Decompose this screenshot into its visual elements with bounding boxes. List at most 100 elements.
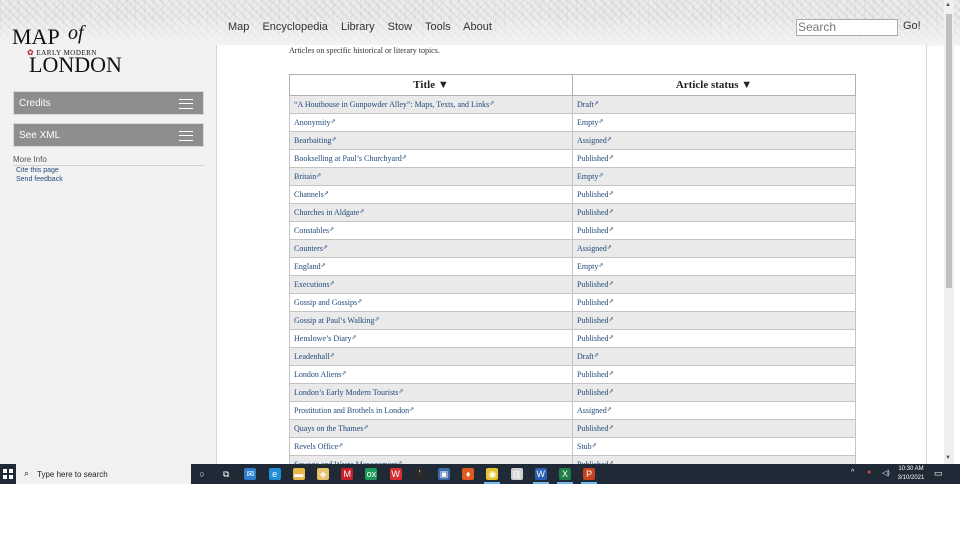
- terminal-icon[interactable]: ʼ: [413, 468, 426, 480]
- nav-item-encyclopedia[interactable]: Encyclopedia: [262, 21, 327, 33]
- article-status-link[interactable]: Published: [577, 190, 609, 199]
- article-status-link[interactable]: Empty: [577, 118, 598, 127]
- search-input[interactable]: Search: [796, 19, 898, 36]
- article-title-link[interactable]: Anonymity: [294, 118, 330, 127]
- article-status-link[interactable]: Published: [577, 208, 609, 217]
- external-link-icon: ⇗: [606, 137, 612, 143]
- chrome-icon[interactable]: ◉: [486, 468, 499, 480]
- external-link-icon: ⇗: [608, 209, 614, 215]
- file-explorer-icon[interactable]: ▬: [292, 468, 305, 480]
- article-status-link[interactable]: Empty: [577, 172, 598, 181]
- article-title-link[interactable]: England: [294, 262, 321, 271]
- volume-icon[interactable]: ◁): [882, 469, 890, 477]
- article-status-link[interactable]: Stub: [577, 442, 592, 451]
- go-button[interactable]: Go!: [903, 20, 921, 32]
- nav-item-stow[interactable]: Stow: [388, 21, 412, 33]
- article-title-link[interactable]: Constables: [294, 226, 329, 235]
- article-status-link[interactable]: Published: [577, 280, 609, 289]
- article-title-link[interactable]: London’s Early Modern Tourists: [294, 388, 398, 397]
- article-status-link[interactable]: Assigned: [577, 406, 607, 415]
- mail-icon[interactable]: ✉: [244, 468, 257, 480]
- article-status-link[interactable]: Published: [577, 298, 609, 307]
- article-status-link[interactable]: Published: [577, 388, 609, 397]
- audio-editor-icon[interactable]: ▥: [510, 468, 523, 480]
- article-title-link[interactable]: Revels Office: [294, 442, 338, 451]
- send-feedback-link[interactable]: Send feedback: [16, 176, 63, 183]
- article-title-link[interactable]: Churches in Aldgate: [294, 208, 359, 217]
- table-row: Leadenhall⇗ Draft⇗: [289, 347, 856, 366]
- article-status-link[interactable]: Assigned: [577, 244, 607, 253]
- photos-icon[interactable]: ▣: [438, 468, 450, 480]
- article-status-cell: Published⇗: [572, 221, 856, 240]
- nav-item-about[interactable]: About: [463, 21, 492, 33]
- windows-start-icon[interactable]: [0, 464, 16, 484]
- edge-icon[interactable]: e: [268, 468, 281, 480]
- article-title-link[interactable]: Executions: [294, 280, 330, 289]
- oxygen-icon[interactable]: ox: [365, 468, 378, 480]
- nav-item-library[interactable]: Library: [341, 21, 375, 33]
- article-status-link[interactable]: Published: [577, 370, 609, 379]
- site-logo[interactable]: MAP of ✿ EARLY MODERN LONDON: [12, 22, 122, 77]
- hamburger-icon: [179, 131, 193, 141]
- article-status-link[interactable]: Published: [577, 226, 609, 235]
- article-title-link[interactable]: “A Houthouse in Gunpowder Alley”: Maps, …: [294, 100, 489, 109]
- title-column-header[interactable]: Title ▼: [289, 74, 573, 96]
- search-icon: ⌕: [24, 468, 30, 478]
- cortana-icon[interactable]: ○: [196, 468, 208, 480]
- nav-item-map[interactable]: Map: [228, 21, 249, 33]
- store-icon[interactable]: ◈: [317, 468, 329, 480]
- article-title-link[interactable]: Bookselling at Paul’s Churchyard: [294, 154, 402, 163]
- network-icon[interactable]: ●: [867, 469, 871, 476]
- article-title-link[interactable]: Bearbaiting: [294, 136, 331, 145]
- article-title-link[interactable]: Henslowe’s Diary: [294, 334, 352, 343]
- article-title-link[interactable]: Gossip and Gossips: [294, 298, 357, 307]
- article-status-link[interactable]: Empty: [577, 262, 598, 271]
- mcafee-icon[interactable]: M: [341, 468, 354, 480]
- word-reader-icon[interactable]: W: [389, 468, 402, 480]
- notifications-icon[interactable]: ▭: [934, 468, 943, 479]
- cite-this-page-link[interactable]: Cite this page: [16, 167, 59, 174]
- article-title-link[interactable]: Counters: [294, 244, 323, 253]
- article-status-link[interactable]: Published: [577, 316, 609, 325]
- external-link-icon: ⇗: [329, 227, 335, 233]
- article-title-link[interactable]: Channels: [294, 190, 324, 199]
- article-title-link[interactable]: London Aliens: [294, 370, 341, 379]
- status-column-header[interactable]: Article status ▼: [572, 74, 856, 96]
- external-link-icon: ⇗: [363, 425, 369, 431]
- page-scrollbar[interactable]: ▲ ▼: [944, 0, 954, 464]
- credits-button[interactable]: Credits: [13, 91, 204, 115]
- article-title-link[interactable]: Gossip at Paul’s Walking: [294, 316, 374, 325]
- powerpoint-icon[interactable]: P: [583, 468, 596, 480]
- article-status-cell: Draft⇗: [572, 95, 856, 114]
- chevron-up-icon[interactable]: ^: [851, 469, 854, 476]
- scroll-up-arrow-icon[interactable]: ▲: [945, 2, 951, 8]
- external-link-icon: ⇗: [598, 263, 604, 269]
- table-header-row: Title ▼ Article status ▼: [289, 74, 856, 96]
- article-status-link[interactable]: Assigned: [577, 136, 607, 145]
- article-title-link[interactable]: Prostitution and Brothels in London: [294, 406, 409, 415]
- see-xml-label: See XML: [19, 130, 61, 141]
- see-xml-button[interactable]: See XML: [13, 123, 204, 147]
- article-title-link[interactable]: Britain: [294, 172, 316, 181]
- article-status-link[interactable]: Draft: [577, 352, 594, 361]
- excel-icon[interactable]: X: [559, 468, 571, 480]
- article-status-link[interactable]: Published: [577, 334, 609, 343]
- external-link-icon: ⇗: [608, 227, 614, 233]
- article-title-link[interactable]: Leadenhall: [294, 352, 330, 361]
- article-status-link[interactable]: Published: [577, 424, 609, 433]
- taskbar-search-box[interactable]: ⌕ Type here to search: [16, 464, 191, 484]
- article-status-cell: Empty⇗: [572, 257, 856, 276]
- drop-icon[interactable]: ♦: [462, 468, 475, 480]
- nav-item-tools[interactable]: Tools: [425, 21, 451, 33]
- taskbar-clock[interactable]: 10:30 AM 3/10/2021: [896, 465, 926, 483]
- article-status-cell: Empty⇗: [572, 167, 856, 186]
- scroll-down-arrow-icon[interactable]: ▼: [945, 455, 951, 461]
- article-status-cell: Assigned⇗: [572, 131, 856, 150]
- logo-of-text: of: [68, 22, 84, 44]
- word-icon[interactable]: W: [534, 468, 547, 480]
- task-view-icon[interactable]: ⧉: [220, 468, 232, 480]
- article-status-link[interactable]: Draft: [577, 100, 594, 109]
- scrollbar-thumb[interactable]: [946, 14, 952, 288]
- article-title-link[interactable]: Quays on the Thames: [294, 424, 363, 433]
- article-status-link[interactable]: Published: [577, 154, 609, 163]
